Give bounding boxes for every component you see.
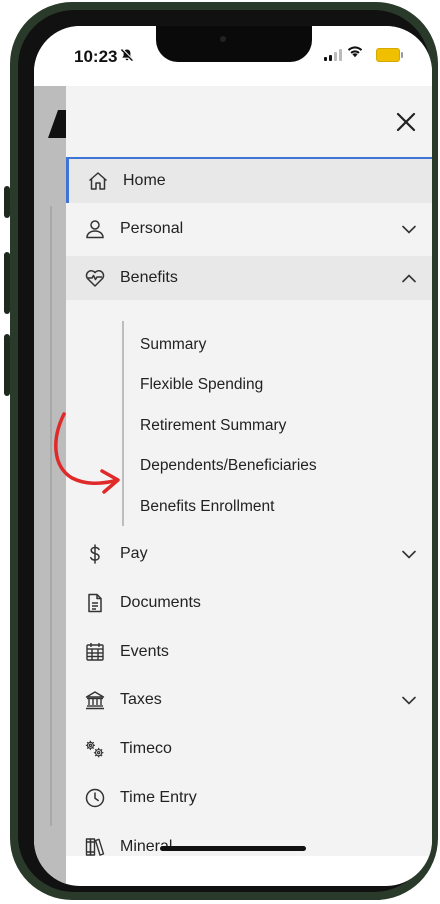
close-button[interactable]	[392, 108, 420, 136]
submenu-item-summary[interactable]: Summary	[140, 336, 206, 354]
nav-item-home[interactable]: Home	[66, 159, 432, 203]
status-time: 10:23	[74, 47, 118, 66]
nav-item-time-entry[interactable]: Time Entry	[66, 776, 432, 820]
phone-screen: 10:23 Home Personal Benefits Summary Fle…	[34, 26, 432, 886]
app-logo-icon	[48, 110, 66, 138]
home-icon	[87, 170, 109, 192]
battery-icon	[376, 48, 403, 62]
nav-item-events[interactable]: Events	[66, 630, 432, 674]
chevron-down-icon	[400, 545, 418, 563]
mute-switch	[4, 186, 10, 218]
calendar-icon	[84, 641, 106, 663]
status-bar: 10:23	[34, 26, 432, 86]
chevron-down-icon	[400, 220, 418, 238]
submenu-guide-line	[122, 321, 124, 526]
dollar-icon	[84, 543, 106, 565]
nav-item-documents[interactable]: Documents	[66, 581, 432, 625]
volume-down-button	[4, 334, 10, 396]
submenu-item-benefits-enrollment[interactable]: Benefits Enrollment	[140, 498, 274, 516]
navigation-drawer: Home Personal Benefits Summary Flexible …	[66, 86, 432, 856]
nav-item-timeco[interactable]: Timeco	[66, 727, 432, 771]
document-icon	[84, 592, 106, 614]
nav-item-label: Taxes	[120, 691, 162, 708]
nav-item-label: Pay	[120, 545, 148, 562]
chevron-up-icon	[400, 269, 418, 287]
books-icon	[84, 836, 106, 858]
background-page-overlay[interactable]	[34, 86, 66, 886]
nav-item-label: Personal	[120, 220, 184, 237]
heartbeat-icon	[84, 267, 106, 289]
front-camera	[220, 36, 226, 42]
nav-item-label: Events	[120, 643, 169, 660]
close-icon	[396, 112, 416, 132]
bank-icon	[84, 689, 106, 711]
nav-item-label: Time Entry	[120, 789, 197, 806]
wifi-icon	[346, 44, 364, 63]
nav-item-label: Benefits	[120, 269, 178, 286]
volume-up-button	[4, 252, 10, 314]
submenu-item-retirement-summary[interactable]: Retirement Summary	[140, 417, 286, 435]
person-icon	[84, 218, 106, 240]
nav-item-pay[interactable]: Pay	[66, 532, 432, 576]
cellular-signal-icon	[324, 48, 342, 61]
nav-item-label: Documents	[120, 594, 201, 611]
nav-item-label: Home	[123, 172, 166, 189]
home-indicator[interactable]	[160, 846, 306, 851]
drawer-header	[66, 86, 432, 159]
submenu-item-dependents-beneficiaries[interactable]: Dependents/Beneficiaries	[140, 457, 317, 475]
nav-item-taxes[interactable]: Taxes	[66, 678, 432, 722]
submenu-item-flexible-spending[interactable]: Flexible Spending	[140, 376, 263, 394]
camera-notch	[156, 26, 312, 62]
nav-item-benefits[interactable]: Benefits	[66, 256, 432, 300]
background-divider	[50, 206, 52, 826]
clock-icon	[84, 787, 106, 809]
bell-slash-icon	[120, 48, 134, 65]
chevron-down-icon	[400, 691, 418, 709]
nav-item-personal[interactable]: Personal	[66, 207, 432, 251]
nav-item-label: Timeco	[120, 740, 172, 757]
gears-icon	[84, 738, 106, 760]
